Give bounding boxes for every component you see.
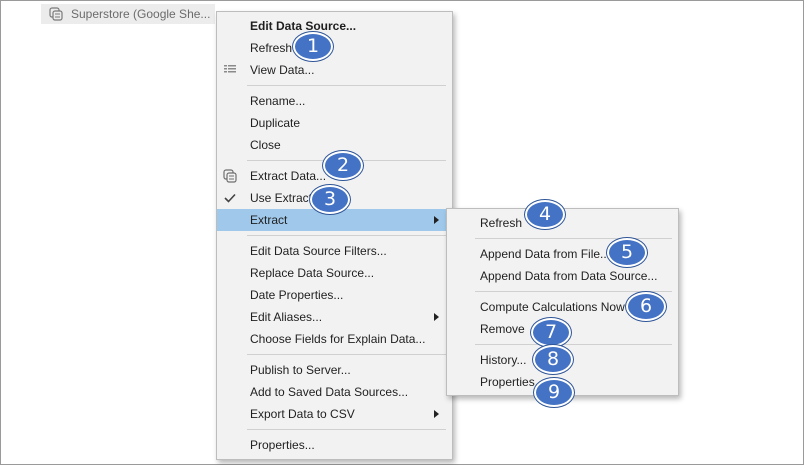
menu-item-publish-to-server[interactable]: Publish to Server... <box>217 359 452 381</box>
menu-item-label: Replace Data Source... <box>250 266 375 280</box>
menu-item-label: History... <box>480 353 527 367</box>
callout-badge-6: 6 <box>626 292 666 321</box>
menu-item-label: Extract Data... <box>250 169 327 183</box>
menu-item-label: Publish to Server... <box>250 363 351 377</box>
menu-separator <box>247 354 446 355</box>
checkmark-icon <box>223 191 237 205</box>
callout-badge-3: 3 <box>310 185 350 214</box>
menu-item-properties[interactable]: Properties... <box>217 434 452 456</box>
menu-item-choose-fields[interactable]: Choose Fields for Explain Data... <box>217 328 452 350</box>
menu-item-export-data-to-csv[interactable]: Export Data to CSV <box>217 403 452 425</box>
chevron-right-icon <box>434 410 439 418</box>
menu-item-view-data[interactable]: View Data... <box>217 59 452 81</box>
callout-badge-1: 1 <box>293 32 333 61</box>
menu-item-date-properties[interactable]: Date Properties... <box>217 284 452 306</box>
menu-separator <box>247 85 446 86</box>
datasource-icon <box>49 7 63 21</box>
menu-item-label: Use Extract <box>250 191 313 205</box>
submenu-item-append-from-data-source[interactable]: Append Data from Data Source... <box>447 265 678 287</box>
datasource-tab[interactable]: Superstore (Google She... <box>41 4 215 24</box>
menu-separator <box>247 429 446 430</box>
callout-badge-4: 4 <box>525 200 565 229</box>
callout-badge-9: 9 <box>534 378 574 407</box>
callout-badge-7: 7 <box>531 318 571 347</box>
menu-item-label: Edit Data Source... <box>250 19 357 33</box>
menu-item-label: Refresh <box>250 41 293 55</box>
menu-item-edit-data-source[interactable]: Edit Data Source... <box>217 15 452 37</box>
chevron-right-icon <box>434 216 439 224</box>
menu-item-label: Edit Data Source Filters... <box>250 244 387 258</box>
menu-item-label: Extract <box>250 213 288 227</box>
callout-badge-2: 2 <box>323 151 363 180</box>
menu-item-label: Export Data to CSV <box>250 407 355 421</box>
menu-item-label: Edit Aliases... <box>250 310 323 324</box>
datasource-context-menu: Edit Data Source... Refresh View Data...… <box>216 11 453 460</box>
menu-item-label: Append Data from File... <box>480 247 611 261</box>
menu-item-add-to-saved-data-sources[interactable]: Add to Saved Data Sources... <box>217 381 452 403</box>
menu-separator <box>475 344 672 345</box>
menu-item-label: Append Data from Data Source... <box>480 269 658 283</box>
menu-separator <box>475 238 672 239</box>
menu-item-rename[interactable]: Rename... <box>217 90 452 112</box>
menu-item-label: Compute Calculations Now <box>480 300 625 314</box>
menu-item-label: Choose Fields for Explain Data... <box>250 332 426 346</box>
menu-item-duplicate[interactable]: Duplicate <box>217 112 452 134</box>
menu-item-replace-data-source[interactable]: Replace Data Source... <box>217 262 452 284</box>
menu-item-label: Duplicate <box>250 116 301 130</box>
grid-icon <box>223 63 237 77</box>
callout-badge-5: 5 <box>607 238 647 267</box>
extract-icon <box>223 169 237 183</box>
menu-separator <box>247 235 446 236</box>
menu-item-label: Refresh <box>480 216 523 230</box>
chevron-right-icon <box>434 313 439 321</box>
menu-item-refresh[interactable]: Refresh <box>217 37 452 59</box>
datasource-tab-label: Superstore (Google She... <box>71 7 211 21</box>
menu-item-label: View Data... <box>250 63 315 77</box>
callout-badge-8: 8 <box>533 345 573 374</box>
menu-item-edit-data-source-filters[interactable]: Edit Data Source Filters... <box>217 240 452 262</box>
menu-item-label: Rename... <box>250 94 306 108</box>
menu-item-label: Close <box>250 138 281 152</box>
menu-item-label: Remove <box>480 322 525 336</box>
menu-item-label: Add to Saved Data Sources... <box>250 385 409 399</box>
menu-item-label: Properties... <box>250 438 315 452</box>
menu-item-edit-aliases[interactable]: Edit Aliases... <box>217 306 452 328</box>
menu-item-label: Date Properties... <box>250 288 344 302</box>
